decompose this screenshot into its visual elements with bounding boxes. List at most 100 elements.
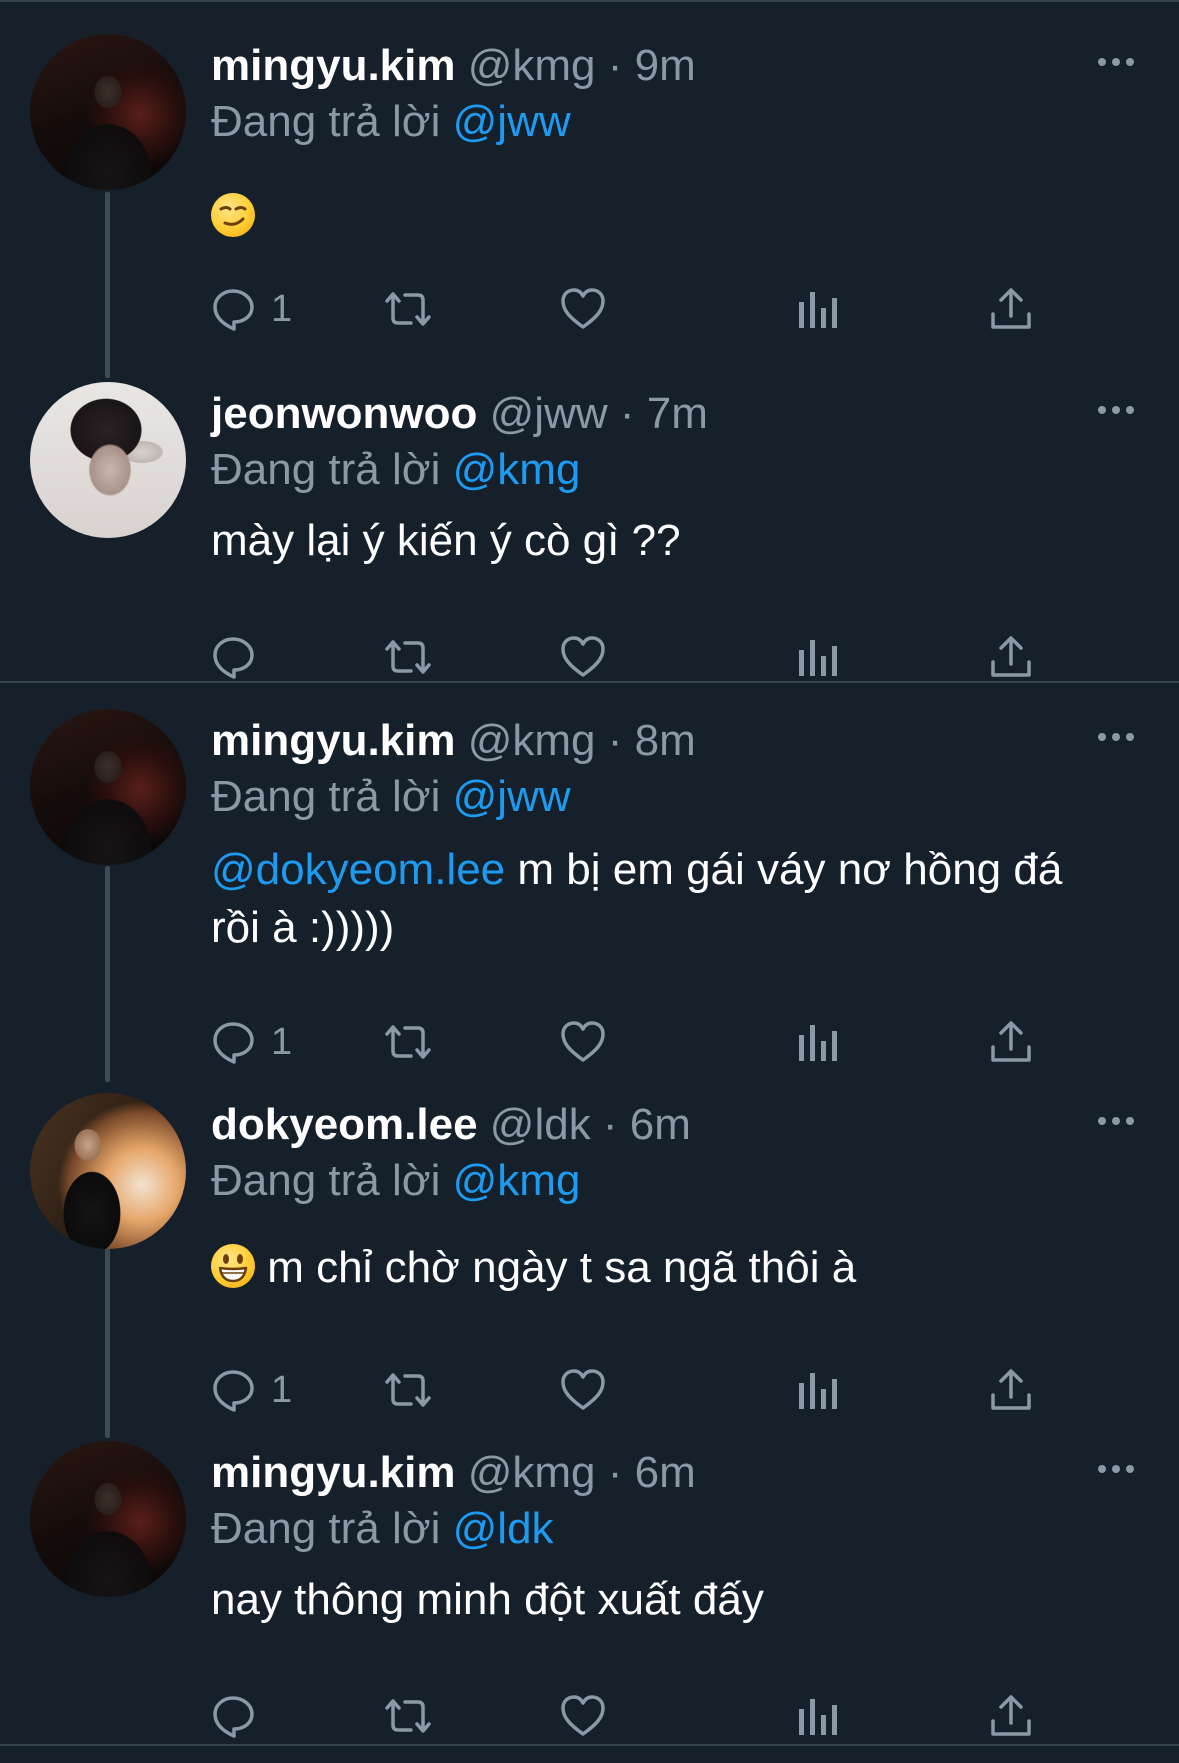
replying-to: Đang trả lời @jww [211,769,571,825]
more-icon[interactable] [1098,1465,1134,1477]
views-icon [799,1373,837,1409]
reply-button[interactable]: 1 [211,284,292,334]
share-icon [991,1369,1031,1410]
more-icon[interactable] [1098,1117,1134,1129]
reply-count: 1 [271,1369,293,1411]
views-button[interactable] [797,1017,839,1067]
share-icon [991,1021,1031,1062]
reply-prefix: Đang trả lời [211,772,441,821]
views-icon [799,1699,837,1735]
like-icon [561,636,605,677]
share-button[interactable] [989,284,1033,334]
views-button[interactable] [797,1691,839,1741]
retweet-button[interactable] [381,1691,435,1741]
reply-icon [213,1696,254,1738]
retweet-button[interactable] [381,284,435,334]
handle-timestamp: @ldk · 6m [489,1100,691,1149]
tweet-text: nay thông minh đột xuất đấy [211,1575,764,1624]
like-icon [561,1369,605,1410]
like-button[interactable] [559,632,607,682]
share-button[interactable] [989,632,1033,682]
reply-to-mention[interactable]: @jww [453,97,571,146]
retweet-button[interactable] [381,1365,435,1415]
reply-count: 1 [271,288,293,330]
share-icon [991,1695,1031,1736]
like-button[interactable] [559,1365,607,1415]
tweet-actions [211,632,1061,682]
share-button[interactable] [989,1365,1033,1415]
tweet-header: mingyu.kim @kmg · 8m [211,713,696,769]
tweet-text-body: m chỉ chờ ngày t sa ngã thôi à [255,1243,857,1292]
avatar[interactable] [30,709,186,865]
like-icon [561,1695,605,1736]
reply-prefix: Đang trả lời [211,1156,441,1205]
reply-button[interactable] [211,1691,257,1741]
like-button[interactable] [559,1691,607,1741]
thread-connector [105,866,110,1082]
views-icon [799,1025,837,1061]
reply-button[interactable] [211,632,257,682]
like-icon [561,1021,605,1062]
reply-prefix: Đang trả lời [211,445,441,494]
tweet-text: mày lại ý kiến ý cò gì ?? [211,516,681,565]
reply-icon [213,637,254,679]
tweet-header: mingyu.kim @kmg · 6m [211,1445,696,1501]
reply-button[interactable]: 1 [211,1365,292,1415]
like-button[interactable] [559,1017,607,1067]
reply-to-mention[interactable]: @kmg [453,1156,581,1205]
views-icon [799,292,837,328]
retweet-icon [385,1373,431,1407]
mention-link[interactable]: @dokyeom.lee [211,845,505,894]
retweet-icon [385,640,431,674]
share-icon [991,288,1031,329]
reply-to-mention[interactable]: @kmg [453,445,581,494]
tweet-text [211,188,1111,246]
thread-connector [105,1248,110,1438]
replying-to: Đang trả lời @kmg [211,1153,580,1209]
handle-timestamp: @kmg · 6m [467,1448,696,1497]
reply-icon [213,1022,254,1064]
reply-button[interactable]: 1 [211,1017,292,1067]
avatar[interactable] [30,1093,186,1249]
reply-prefix: Đang trả lời [211,97,441,146]
display-name[interactable]: mingyu.kim [211,41,456,90]
thread-connector [105,192,110,378]
tweet-header: jeonwonwoo @jww · 7m [211,386,708,442]
views-button[interactable] [797,284,839,334]
retweet-button[interactable] [381,1017,435,1067]
share-icon [991,636,1031,677]
reply-to-mention[interactable]: @jww [453,772,571,821]
views-button[interactable] [797,1365,839,1415]
more-icon[interactable] [1098,733,1134,745]
reply-to-mention[interactable]: @ldk [453,1504,554,1553]
tweet-header: mingyu.kim @kmg · 9m [211,38,696,94]
avatar[interactable] [30,34,186,190]
replying-to: Đang trả lời @ldk [211,1501,554,1557]
handle-timestamp: @jww · 7m [489,389,708,438]
avatar[interactable] [30,382,186,538]
views-button[interactable] [797,632,839,682]
display-name[interactable]: mingyu.kim [211,716,456,765]
share-button[interactable] [989,1691,1033,1741]
tweet-actions [211,1691,1061,1741]
top-divider [0,0,1179,2]
reply-prefix: Đang trả lời [211,1504,441,1553]
display-name[interactable]: jeonwonwoo [211,389,477,438]
retweet-button[interactable] [381,632,435,682]
grinning-face-emoji-icon [211,1244,255,1288]
more-icon[interactable] [1098,406,1134,418]
share-button[interactable] [989,1017,1033,1067]
avatar[interactable] [30,1441,186,1597]
display-name[interactable]: dokyeom.lee [211,1100,478,1149]
bottom-divider [0,1744,1179,1746]
more-icon[interactable] [1098,58,1134,70]
like-button[interactable] [559,284,607,334]
handle-timestamp: @kmg · 8m [467,716,696,765]
retweet-icon [385,1025,431,1059]
tweet-actions: 1 [211,1365,1061,1415]
views-icon [799,640,837,676]
reply-icon [213,289,254,331]
replying-to: Đang trả lời @jww [211,94,571,150]
display-name[interactable]: mingyu.kim [211,1448,456,1497]
smirking-face-emoji-icon [211,193,255,237]
